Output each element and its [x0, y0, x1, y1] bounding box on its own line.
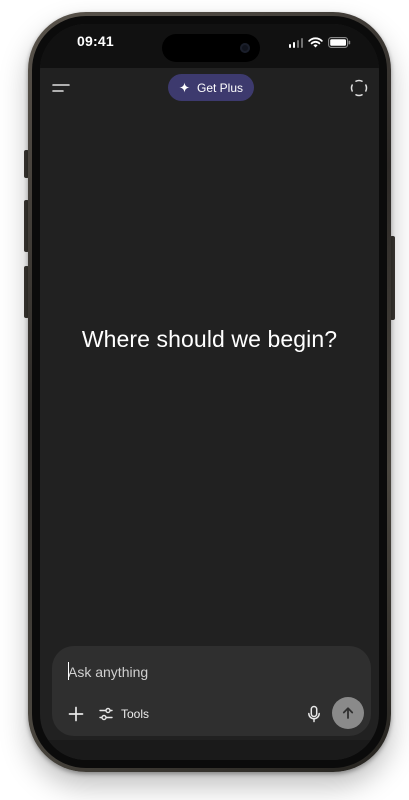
front-camera — [240, 43, 250, 53]
new-chat-icon[interactable] — [349, 78, 369, 98]
message-composer: Tools — [52, 646, 371, 736]
status-bar: 09:41 — [40, 24, 379, 68]
battery-icon — [328, 36, 351, 48]
wifi-icon — [308, 36, 323, 47]
tools-label: Tools — [121, 707, 150, 721]
app-header: Get Plus — [40, 74, 379, 102]
signal-icon — [288, 37, 303, 48]
ask-input[interactable] — [68, 660, 348, 684]
device-mockup: 09:41 Get Plus Where should we begin? As… — [0, 0, 409, 800]
text-caret — [68, 662, 69, 680]
sliders-icon — [99, 707, 113, 721]
home-indicator-area — [40, 740, 379, 760]
plus-icon[interactable] — [64, 702, 88, 726]
get-plus-label: Get Plus — [196, 80, 244, 95]
status-time: 09:41 — [77, 33, 114, 49]
status-icons — [288, 35, 352, 49]
welcome-headline: Where should we begin? — [81, 326, 338, 352]
dynamic-island — [162, 34, 260, 62]
send-button[interactable] — [332, 697, 364, 729]
menu-icon[interactable] — [52, 80, 70, 96]
tools-button[interactable]: Tools — [98, 702, 149, 726]
mic-icon[interactable] — [302, 702, 326, 726]
sparkle-icon — [179, 82, 190, 93]
app-screen: 09:41 Get Plus Where should we begin? As… — [40, 24, 379, 760]
get-plus-button[interactable]: Get Plus — [168, 74, 254, 101]
arrow-up-icon — [342, 707, 354, 719]
